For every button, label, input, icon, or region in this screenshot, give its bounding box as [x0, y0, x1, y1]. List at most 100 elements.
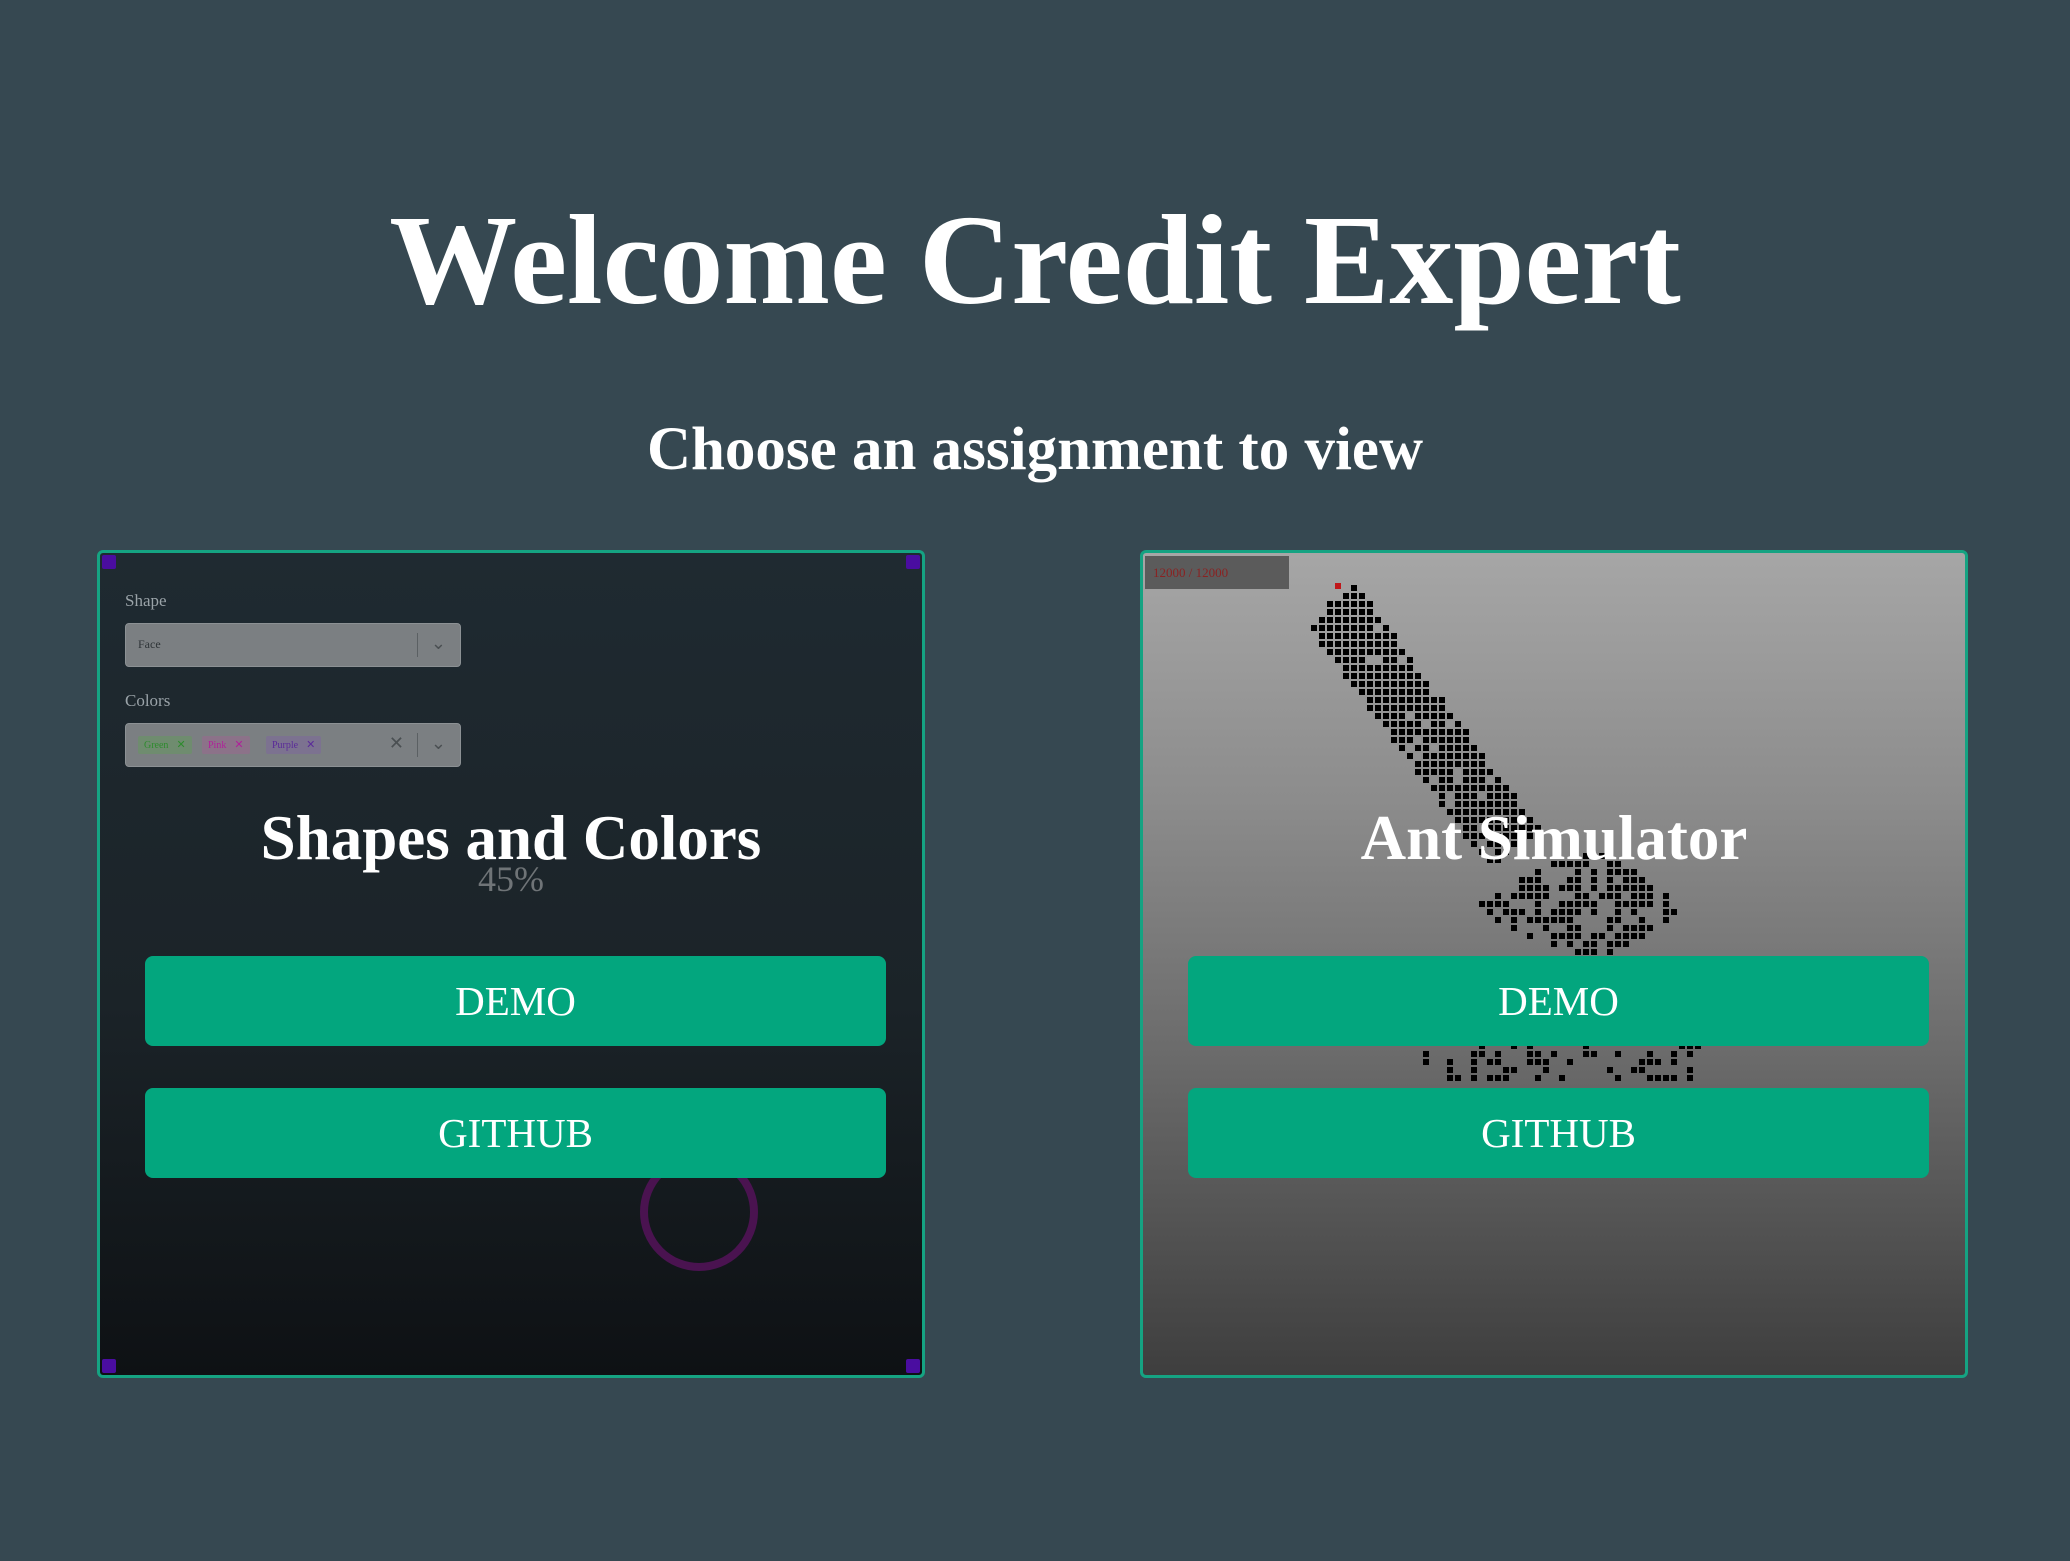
color-tag-purple: Purple ✕ [266, 736, 322, 754]
ant-dot [1391, 649, 1397, 655]
ant-dot [1527, 933, 1533, 939]
ant-dot [1343, 633, 1349, 639]
ant-dot [1455, 729, 1461, 735]
ant-dot [1439, 745, 1445, 751]
ant-dot [1431, 721, 1437, 727]
ant-dot [1503, 901, 1509, 907]
ant-dot [1503, 785, 1509, 791]
demo-button[interactable]: DEMO [1188, 956, 1929, 1046]
ant-dot [1607, 917, 1613, 923]
ant-dot [1343, 609, 1349, 615]
demo-button[interactable]: DEMO [145, 956, 886, 1046]
ant-dot [1511, 917, 1517, 923]
color-tag-green: Green ✕ [138, 736, 192, 754]
ant-dot [1543, 885, 1549, 891]
ant-dot [1391, 641, 1397, 647]
ant-dot [1575, 933, 1581, 939]
ant-dot [1535, 1059, 1541, 1065]
ant-dot [1375, 633, 1381, 639]
ant-dot [1567, 925, 1573, 931]
ant-dot [1335, 633, 1341, 639]
ant-dot [1343, 617, 1349, 623]
ant-dot [1367, 705, 1373, 711]
ant-dot [1343, 673, 1349, 679]
ant-dot [1383, 697, 1389, 703]
ant-dot [1567, 885, 1573, 891]
ant-dot [1375, 681, 1381, 687]
ant-dot [1439, 705, 1445, 711]
assignment-card-shapes-and-colors: Shape Face ⌄ Colors Green ✕ Pink ✕ Purple ✕… [97, 550, 925, 1378]
ant-dot [1639, 917, 1645, 923]
ant-dot [1535, 1051, 1541, 1057]
ant-dot [1327, 625, 1333, 631]
ant-dot [1447, 745, 1453, 751]
page-title: Welcome Credit Expert [389, 189, 1681, 331]
ant-dot [1631, 909, 1637, 915]
ant-dot [1327, 633, 1333, 639]
ant-dot [1359, 657, 1365, 663]
ant-dot [1639, 1067, 1645, 1073]
ant-dot [1351, 681, 1357, 687]
ant-dot [1431, 769, 1437, 775]
ant-dot [1359, 625, 1365, 631]
ant-dot [1327, 649, 1333, 655]
ant-dot [1543, 1067, 1549, 1073]
ant-dot [1591, 885, 1597, 891]
ant-dot [1383, 641, 1389, 647]
ant-dot [1375, 689, 1381, 695]
ant-dot [1327, 601, 1333, 607]
ant-dot [1543, 925, 1549, 931]
ant-dot [1431, 705, 1437, 711]
corner-marker [906, 555, 920, 569]
ant-dot [1591, 909, 1597, 915]
github-button[interactable]: GITHUB [1188, 1088, 1929, 1178]
ant-dot [1471, 1059, 1477, 1065]
ant-dot [1367, 625, 1373, 631]
ant-dot [1615, 1051, 1621, 1057]
ant-dot [1575, 901, 1581, 907]
ant-dot [1503, 1067, 1509, 1073]
ant-dot [1423, 1059, 1429, 1065]
ant-dot [1559, 917, 1565, 923]
ant-dot [1511, 909, 1517, 915]
ant-dot [1463, 729, 1469, 735]
github-button[interactable]: GITHUB [145, 1088, 886, 1178]
ant-dot [1455, 761, 1461, 767]
ant-dot [1399, 705, 1405, 711]
ant-dot [1415, 681, 1421, 687]
ant-dot [1335, 601, 1341, 607]
ant-dot [1335, 617, 1341, 623]
ant-dot [1335, 625, 1341, 631]
ant-dot [1471, 769, 1477, 775]
ant-dot [1471, 1067, 1477, 1073]
assignment-card-ant-simulator: 12000 / 12000 Ant Simulator DEMO GITHUB [1140, 550, 1968, 1378]
ant-dot [1447, 777, 1453, 783]
ant-dot [1439, 785, 1445, 791]
ant-dot [1367, 649, 1373, 655]
ant-dot [1447, 1059, 1453, 1065]
ant-dot [1399, 713, 1405, 719]
ant-dot [1407, 705, 1413, 711]
ant-dot [1455, 1075, 1461, 1081]
ant-dot [1359, 617, 1365, 623]
ant-dot [1511, 893, 1517, 899]
ant-dot [1599, 933, 1605, 939]
ant-dot [1319, 625, 1325, 631]
ant-dot [1599, 893, 1605, 899]
red-ant-dot [1335, 583, 1341, 589]
ant-dot [1367, 641, 1373, 647]
ant-dot [1663, 917, 1669, 923]
ant-dot [1487, 769, 1493, 775]
ant-dot [1687, 1051, 1693, 1057]
clear-icon: ✕ [388, 733, 404, 754]
ant-dot [1575, 893, 1581, 899]
ant-dot [1615, 941, 1621, 947]
ant-dot [1575, 925, 1581, 931]
ant-dot [1495, 893, 1501, 899]
ant-dot [1447, 769, 1453, 775]
ant-dot [1415, 729, 1421, 735]
ant-dot [1359, 681, 1365, 687]
ant-dot [1567, 933, 1573, 939]
ant-dot [1359, 673, 1365, 679]
ant-dot [1399, 673, 1405, 679]
